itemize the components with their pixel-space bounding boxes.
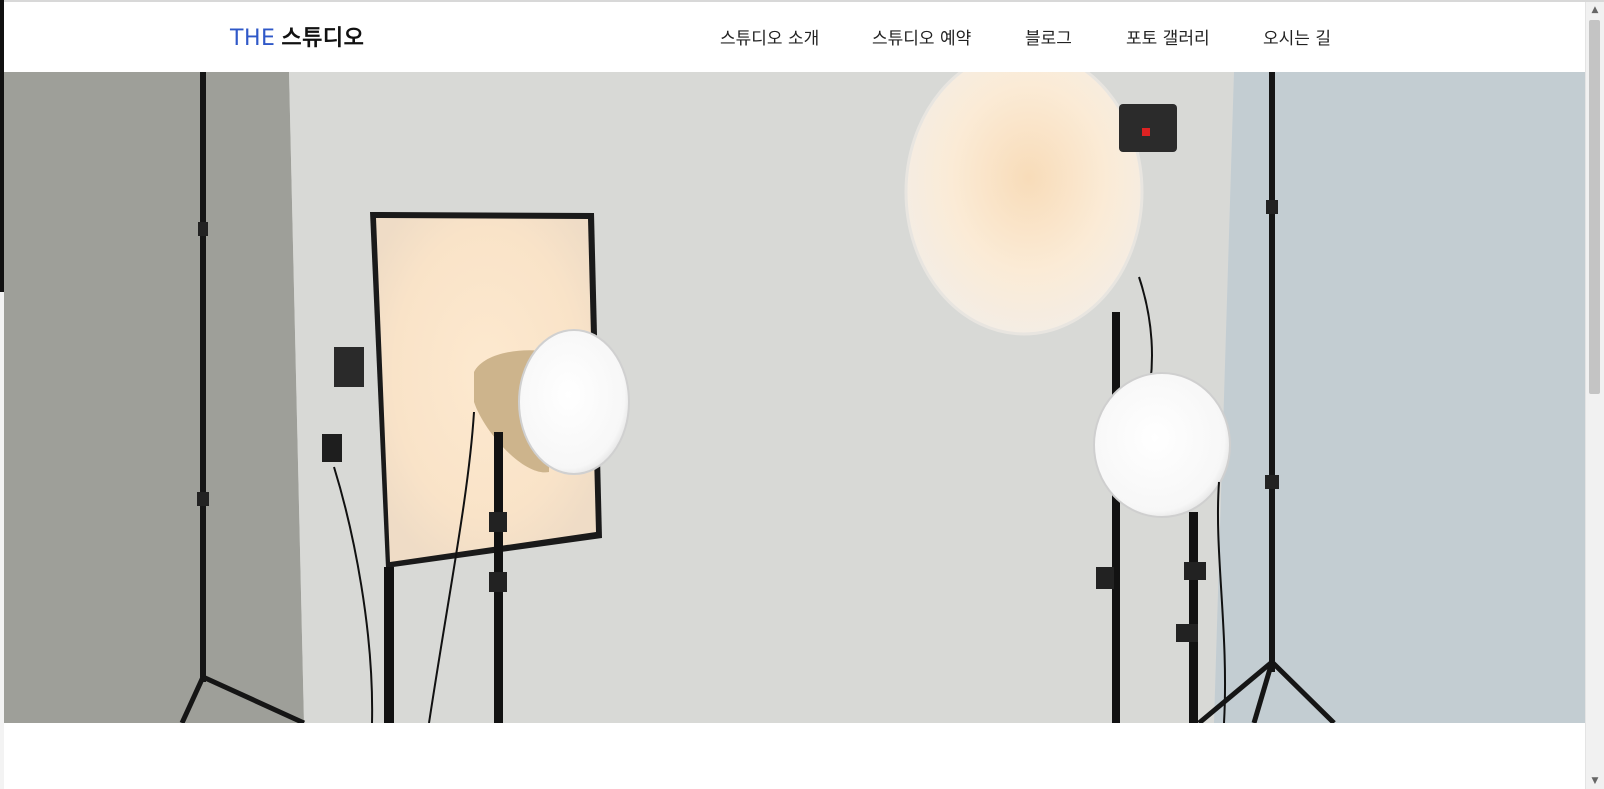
site-header: THE 스튜디오 스튜디오 소개 스튜디오 예약 블로그 포토 갤러리 오시는 길 (4, 2, 1586, 73)
nav-item-directions[interactable]: 오시는 길 (1263, 24, 1331, 49)
nav-item-studio-intro[interactable]: 스튜디오 소개 (720, 24, 819, 49)
page: THE 스튜디오 스튜디오 소개 스튜디오 예약 블로그 포토 갤러리 오시는 길 (4, 2, 1586, 789)
hero-banner (4, 72, 1586, 723)
scroll-down-icon[interactable]: ▼ (1586, 773, 1604, 789)
backdrop-wall (4, 72, 1586, 723)
scroll-up-icon[interactable]: ▲ (1586, 2, 1604, 18)
nav-item-studio-booking[interactable]: 스튜디오 예약 (872, 24, 971, 49)
studio-lights-image (4, 72, 1586, 723)
main-nav: 스튜디오 소개 스튜디오 예약 블로그 포토 갤러리 오시는 길 (4, 24, 1586, 54)
nav-item-photo-gallery[interactable]: 포토 갤러리 (1126, 24, 1210, 49)
scrollbar-thumb[interactable] (1589, 20, 1600, 394)
nav-item-blog[interactable]: 블로그 (1025, 24, 1072, 49)
vertical-scrollbar[interactable]: ▲ ▼ (1585, 2, 1604, 789)
